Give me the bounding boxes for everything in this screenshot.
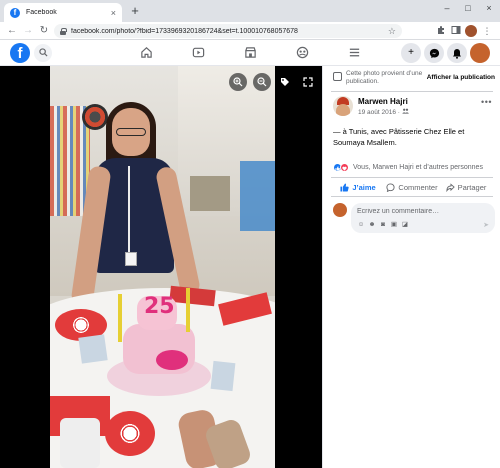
fullscreen-icon[interactable] xyxy=(300,74,316,90)
search-icon[interactable] xyxy=(34,44,52,62)
post-panel: Cette photo provient d’une publication. … xyxy=(322,66,500,468)
chair xyxy=(190,176,230,211)
address-bar[interactable]: facebook.com/photo/?fbid=173396932018672… xyxy=(54,24,402,38)
forward-button[interactable]: → xyxy=(22,24,34,38)
back-button[interactable]: ← xyxy=(6,24,18,38)
photo-source-notice: Cette photo provient d’une publication. … xyxy=(333,70,497,88)
bookmark-star-icon[interactable]: ☆ xyxy=(388,26,396,37)
mug xyxy=(60,418,100,468)
zoom-out-icon[interactable] xyxy=(253,73,271,91)
author-name[interactable]: Marwen Hajri xyxy=(358,97,408,106)
gift-box-2 xyxy=(78,334,108,364)
like-label: J’aime xyxy=(352,182,376,192)
love-reaction-icon xyxy=(340,163,349,172)
more-options-icon[interactable]: ••• xyxy=(481,97,492,107)
avatar-sticker-icon[interactable]: ☺ xyxy=(357,221,365,229)
reactions-text: Vous, Marwen Hajri et d’autres personnes xyxy=(353,164,483,171)
friends-audience-icon xyxy=(402,108,409,114)
post-actions: J’aime Commenter Partager xyxy=(331,177,493,197)
woman-glasses xyxy=(116,128,146,136)
browser-tab-bar: f Facebook × + – □ × xyxy=(0,0,500,22)
yellow-candle xyxy=(118,294,122,342)
close-tab-icon[interactable]: × xyxy=(111,8,116,18)
post-date[interactable]: 19 août 2016 · xyxy=(358,108,409,116)
share-icon xyxy=(446,182,455,192)
comment-button[interactable]: Commenter xyxy=(385,178,439,196)
watch-icon[interactable] xyxy=(191,46,205,60)
reactions-summary[interactable]: Vous, Marwen Hajri et d’autres personnes xyxy=(333,163,483,172)
menu-icon[interactable] xyxy=(347,46,361,60)
send-icon[interactable]: ➤ xyxy=(483,221,489,229)
profile-avatar[interactable] xyxy=(465,25,477,37)
lock-icon[interactable] xyxy=(60,27,67,35)
gif-icon[interactable]: ▣ xyxy=(390,221,398,229)
home-icon[interactable] xyxy=(139,46,153,60)
notice-text: Cette photo provient d’une publication. xyxy=(346,70,423,85)
minimize-button[interactable]: – xyxy=(437,3,457,13)
browser-menu-icon[interactable]: ⋮ xyxy=(481,25,493,37)
gift-box xyxy=(210,360,236,392)
new-tab-button[interactable]: + xyxy=(128,4,142,18)
blue-shelf xyxy=(240,161,275,231)
camera-icon[interactable]: ◙ xyxy=(379,221,387,229)
post-caption: — à Tunis, avec Pâtisserie Chez Elle et … xyxy=(333,127,465,147)
photo-viewer: 25 xyxy=(0,66,322,468)
cake-number: 25 xyxy=(144,294,175,319)
thumbs-up-icon xyxy=(340,182,349,192)
like-button[interactable]: J’aime xyxy=(331,178,385,196)
info-icon xyxy=(333,72,342,81)
dartboard xyxy=(82,104,108,130)
comment-icon xyxy=(386,182,395,192)
marketplace-icon[interactable] xyxy=(243,46,257,60)
post-date-text: 19 août 2016 · xyxy=(358,109,402,116)
comment-input[interactable] xyxy=(357,206,489,216)
account-avatar[interactable] xyxy=(470,43,490,63)
commenter-avatar[interactable] xyxy=(333,203,347,217)
yellow-candle-2 xyxy=(186,288,190,332)
share-button[interactable]: Partager xyxy=(439,178,493,196)
divider xyxy=(331,91,493,92)
author-avatar[interactable] xyxy=(333,96,353,116)
facebook-logo[interactable]: f xyxy=(10,43,30,63)
tag-icon[interactable] xyxy=(277,74,293,90)
sticker-icon[interactable]: ◪ xyxy=(401,221,409,229)
comment-label: Commenter xyxy=(398,182,438,192)
comment-tools: ☺ ☻ ◙ ▣ ◪ xyxy=(357,221,409,229)
create-icon[interactable]: + xyxy=(401,43,421,63)
comment-box[interactable]: ☺ ☻ ◙ ▣ ◪ ➤ xyxy=(351,203,495,233)
facebook-top-nav: f + xyxy=(0,40,500,66)
sidebar-icon[interactable] xyxy=(450,25,462,37)
reload-button[interactable]: ↻ xyxy=(38,24,50,38)
close-window-button[interactable]: × xyxy=(479,3,499,13)
url-text[interactable]: facebook.com/photo/?fbid=173396932018672… xyxy=(71,28,388,35)
messenger-icon[interactable] xyxy=(424,43,444,63)
browser-tab-facebook[interactable]: f Facebook × xyxy=(4,3,122,22)
id-badge xyxy=(125,252,137,266)
emoji-icon[interactable]: ☻ xyxy=(368,221,376,229)
share-label: Partager xyxy=(457,182,487,192)
browser-toolbar: ← → ↻ facebook.com/photo/?fbid=173396932… xyxy=(0,22,500,40)
view-post-link[interactable]: Afficher la publication xyxy=(427,74,495,81)
zoom-in-icon[interactable] xyxy=(229,73,247,91)
groups-icon[interactable] xyxy=(295,46,309,60)
lanyard xyxy=(128,166,130,254)
pink-bow xyxy=(156,350,188,370)
red-plate-2 xyxy=(105,411,155,456)
maximize-button[interactable]: □ xyxy=(458,3,478,13)
facebook-favicon: f xyxy=(10,7,20,18)
puzzle-icon[interactable] xyxy=(435,25,447,37)
notifications-icon[interactable] xyxy=(447,43,467,63)
photo[interactable]: 25 xyxy=(50,66,275,468)
tab-title: Facebook xyxy=(26,9,57,16)
